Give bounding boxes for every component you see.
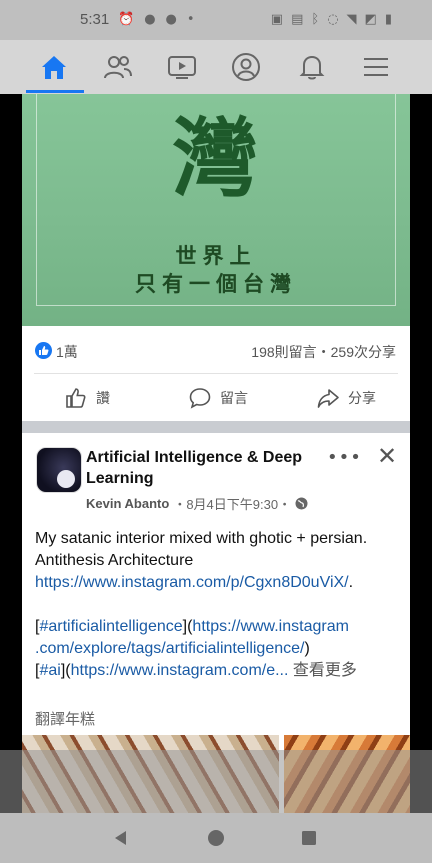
like-label: 讚: [96, 391, 110, 407]
home-button-icon[interactable]: [205, 827, 227, 849]
battery-icon: ▮: [384, 12, 392, 27]
data-saver-icon: ▤: [291, 12, 304, 27]
comment-label: 留言: [220, 391, 248, 407]
post-text-line: Antithesis Architecture: [35, 552, 194, 569]
tag-url-link[interactable]: https://www.instagram: [192, 618, 349, 635]
share-label: 分享: [348, 391, 376, 407]
post-separator: [22, 421, 410, 433]
home-icon: [42, 56, 66, 79]
android-icon: ●: [144, 12, 156, 27]
post-author[interactable]: Kevin Abanto: [86, 496, 169, 511]
hero-calligraphy: 灣: [172, 108, 258, 209]
comments-shares-count[interactable]: 198則留言・259次分享: [251, 342, 396, 362]
like-button[interactable]: 讚: [64, 384, 110, 412]
nav-home[interactable]: [22, 40, 86, 94]
reaction-count[interactable]: 1萬: [56, 342, 78, 362]
bluetooth-icon: ᛒ: [311, 12, 320, 27]
tag-url-link[interactable]: https://www.instagram.com/e...: [71, 662, 289, 679]
page-name-link[interactable]: Artificial Intelligence & Deep Learning: [86, 447, 326, 489]
hero-line-1: 世界上: [175, 243, 257, 268]
wifi-icon: ◥: [346, 12, 357, 27]
tag-url-link[interactable]: .com/explore/tags/artificialintelligence…: [35, 640, 304, 657]
nav-profile[interactable]: [214, 40, 278, 94]
post-card: Artificial Intelligence & Deep Learning …: [22, 433, 410, 763]
watch-icon: [168, 56, 196, 79]
reactions-row[interactable]: 1萬 198則留言・259次分享: [22, 330, 410, 370]
globe-icon: [295, 497, 308, 510]
page-avatar[interactable]: [36, 447, 82, 493]
back-icon[interactable]: [110, 827, 132, 849]
comment-icon: [189, 388, 211, 409]
comment-button[interactable]: 留言: [188, 384, 248, 412]
close-icon[interactable]: ✕: [377, 442, 397, 470]
nav-menu[interactable]: [344, 40, 408, 94]
post-text-line: My satanic interior mixed with ghotic + …: [35, 530, 368, 547]
dot-icon: •: [186, 12, 195, 27]
nav-active-indicator: [26, 90, 84, 93]
nav-notifications[interactable]: [280, 40, 344, 94]
post-actions: 讚 留言 分享: [22, 378, 410, 418]
hashtag-link[interactable]: #artificialintelligence: [39, 618, 182, 635]
profile-icon: [232, 53, 260, 81]
nav-friends[interactable]: [86, 40, 150, 94]
thumbs-up-icon: [66, 388, 86, 408]
nav-watch[interactable]: [150, 40, 214, 94]
alarm-icon: ⏰: [118, 12, 135, 27]
post-timestamp[interactable]: ・8月4日下午9:30・: [173, 494, 291, 513]
post-body: My satanic interior mixed with ghotic + …: [35, 528, 405, 682]
share-button[interactable]: 分享: [316, 384, 376, 412]
post-image[interactable]: 灣 世界上 只有一個台灣: [22, 94, 410, 326]
post-meta: Kevin Abanto ・8月4日下午9:30・: [86, 494, 308, 513]
dim-overlay: [0, 750, 432, 813]
instagram-link[interactable]: https://www.instagram.com/p/Cgxn8D0uViX/: [35, 574, 349, 591]
recents-icon[interactable]: [298, 827, 320, 849]
more-options-icon[interactable]: •••: [327, 447, 362, 468]
divider: [34, 373, 398, 374]
status-right-icons: ▣ ▤ ᛒ ◌ ◥ ◩ ▮: [271, 12, 392, 27]
cast-icon: ▣: [270, 12, 284, 27]
top-nav-bar: [0, 40, 432, 94]
see-more-link[interactable]: 查看更多: [293, 662, 357, 679]
bell-icon: [299, 55, 325, 80]
hashtag-link[interactable]: #ai: [39, 662, 60, 679]
screen: 5:31 ⏰ ● ● • ▣ ▤ ᛒ ◌ ◥ ◩ ▮ 灣 世界上 只有一個台灣 …: [0, 0, 432, 863]
android-icon: ●: [165, 12, 177, 27]
status-left-icons: ⏰ ● ● •: [118, 12, 195, 27]
hero-line-2: 只有一個台灣: [135, 271, 297, 296]
like-reaction-icon: [35, 342, 52, 359]
friends-icon: [104, 56, 132, 79]
status-bar: 5:31 ⏰ ● ● • ▣ ▤ ᛒ ◌ ◥ ◩ ▮: [0, 0, 432, 40]
share-icon: [317, 389, 339, 408]
no-sim-icon: ◩: [364, 12, 377, 27]
see-translation-link[interactable]: 翻譯年糕: [35, 708, 95, 729]
mute-icon: ◌: [327, 12, 339, 27]
status-time: 5:31: [80, 11, 110, 28]
system-nav-bar: [0, 813, 432, 863]
menu-icon: [364, 58, 388, 76]
